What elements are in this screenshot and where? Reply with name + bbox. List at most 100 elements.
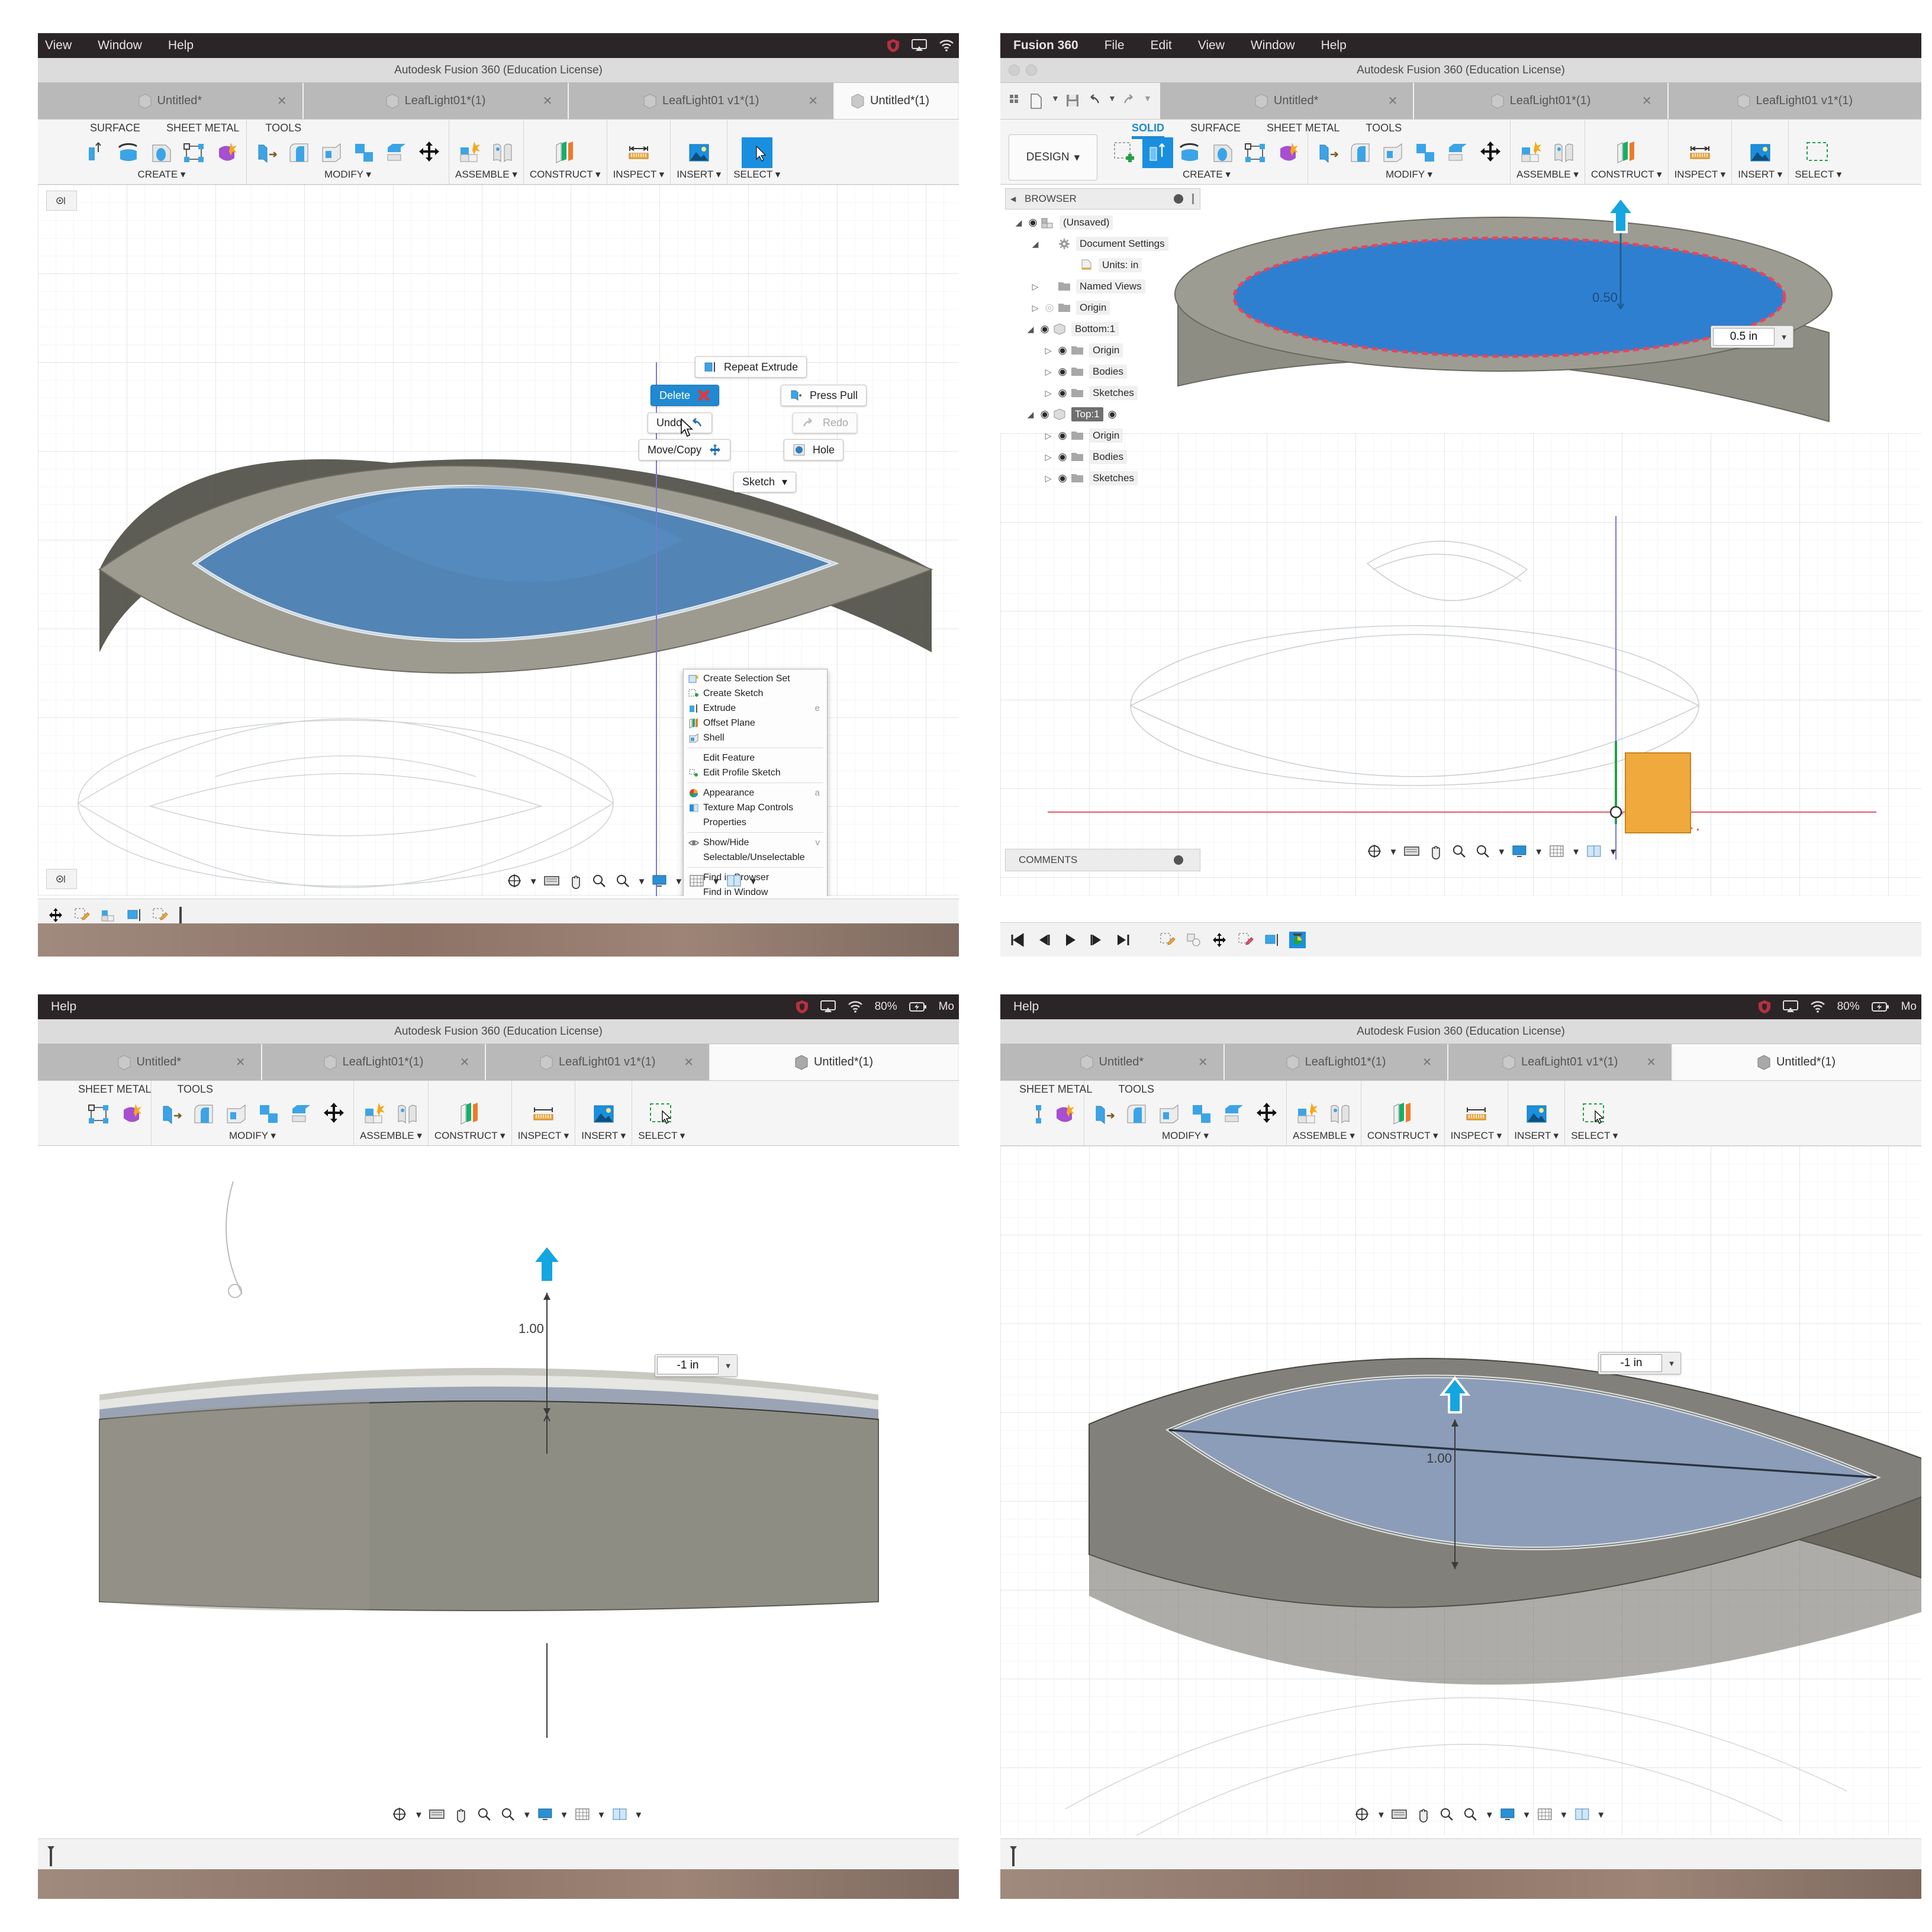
look-at-icon[interactable]	[428, 1806, 447, 1824]
skip-start-icon[interactable]	[1010, 932, 1026, 948]
display-settings-icon[interactable]	[651, 872, 669, 890]
form-icon[interactable]	[118, 1100, 145, 1128]
ribbon-group-assemble-label[interactable]: ASSEMBLE ▾	[1293, 1128, 1355, 1145]
chevron-right-icon[interactable]: ▷	[1042, 431, 1055, 441]
ribbon-group-inspect-label[interactable]: INSPECT ▾	[1675, 166, 1726, 184]
ribbon-tab-sheet-metal[interactable]: SHEET METAL	[153, 122, 252, 134]
trailing-menu-label[interactable]: Mo	[1901, 1000, 1917, 1013]
minimize-button[interactable]	[1026, 65, 1037, 76]
ribbon-tab-sheet-metal[interactable]: SHEET METAL	[1254, 122, 1353, 139]
context-menu-item-show-hide[interactable]: Show/Hide v	[684, 835, 827, 850]
document-tab-untitled-1[interactable]: Untitled*(1)	[1673, 1044, 1921, 1080]
collapse-icon[interactable]	[1174, 194, 1183, 204]
insert-image-icon[interactable]	[1747, 139, 1774, 166]
eye-icon[interactable]: ◉	[1055, 366, 1070, 378]
document-tab-leaflight01-v1[interactable]: LeafLight01 v1*(1)	[1668, 83, 1921, 119]
airplay-icon[interactable]	[820, 1000, 836, 1013]
context-menu-item-properties[interactable]: Properties	[684, 815, 827, 830]
chevron-down-icon[interactable]: ▼	[1522, 1810, 1531, 1820]
grid-snap-icon[interactable]	[1536, 1806, 1555, 1824]
close-icon[interactable]: ✕	[1646, 1055, 1656, 1070]
document-tab-untitled[interactable]: Untitled* ✕	[38, 1044, 262, 1080]
context-menu-item-extrude[interactable]: Extrude e	[684, 701, 827, 716]
chevron-down-icon[interactable]: ▼	[523, 1810, 532, 1820]
pan-icon[interactable]	[1414, 1806, 1433, 1824]
context-menu-item-shell[interactable]: Shell	[684, 730, 827, 745]
tree-node-bottom-origin[interactable]: ▷ ◉ Origin	[1005, 340, 1200, 361]
offset-plane-icon[interactable]	[1389, 1100, 1416, 1128]
insert-image-icon[interactable]	[590, 1100, 617, 1128]
menu-file[interactable]: File	[1091, 38, 1138, 53]
zoom-icon[interactable]	[1450, 843, 1469, 861]
context-menu-item-appearance[interactable]: Appearance a	[684, 785, 827, 800]
move-copy-icon[interactable]	[320, 1100, 347, 1128]
ribbon-group-inspect-label[interactable]: INSPECT ▾	[1451, 1128, 1502, 1145]
airplay-icon[interactable]	[912, 39, 927, 52]
browser-tree[interactable]: ◢ ◉ (Unsaved) ◢ Document Settings Units:…	[1005, 210, 1200, 489]
move-copy-icon[interactable]	[1477, 139, 1504, 166]
viewport-bottom-right[interactable]: 1.00 ▼ ▼ ▼ ▼ ▼ ▼	[1000, 1146, 1921, 1836]
timeline-marker-icon[interactable]	[47, 1846, 64, 1866]
close-icon[interactable]: ✕	[277, 94, 287, 108]
chevron-down-icon[interactable]: ▼	[1534, 847, 1543, 857]
zoom-window-icon[interactable]	[1473, 843, 1492, 861]
comments-panel[interactable]: COMMENTS	[1005, 849, 1200, 871]
menu-edit[interactable]: Edit	[1138, 38, 1185, 53]
chevron-down-icon[interactable]: ▼	[637, 877, 646, 887]
model-3d-view[interactable]	[1000, 1146, 1921, 1836]
tree-node-top-bodies[interactable]: ▷ ◉ Bodies	[1005, 446, 1200, 468]
ribbon-group-construct-label[interactable]: CONSTRUCT ▾	[530, 166, 601, 184]
form-icon[interactable]	[1274, 139, 1302, 166]
display-settings-icon[interactable]	[536, 1806, 555, 1824]
eye-icon[interactable]: ◉	[1055, 472, 1070, 484]
shield-icon[interactable]	[796, 1000, 809, 1014]
move-feature-icon[interactable]	[1211, 932, 1228, 948]
chevron-down-icon[interactable]: ▼	[1051, 94, 1060, 109]
ribbon-group-create-label[interactable]: CREATE ▾	[1183, 166, 1231, 184]
pan-icon[interactable]	[566, 872, 585, 890]
chevron-down-icon[interactable]: ▼	[1108, 94, 1116, 109]
close-icon[interactable]: ✕	[684, 1055, 694, 1070]
close-icon[interactable]: ✕	[1642, 94, 1652, 108]
look-at-icon[interactable]	[543, 872, 562, 890]
tree-node-top-sketches[interactable]: ▷ ◉ Sketches	[1005, 468, 1200, 489]
close-icon[interactable]: ✕	[236, 1055, 246, 1070]
pattern-icon[interactable]	[1242, 139, 1269, 166]
close-icon[interactable]: ✕	[808, 94, 818, 108]
joint-icon[interactable]	[1326, 1100, 1354, 1128]
chevron-down-icon[interactable]: ▼	[711, 877, 720, 887]
extrude-value-input-wrapper[interactable]: ▼	[1598, 1352, 1681, 1374]
create-sketch-icon[interactable]	[1112, 139, 1139, 166]
look-at-icon[interactable]	[1402, 843, 1421, 861]
ribbon-group-insert-label[interactable]: INSERT ▾	[1738, 166, 1782, 184]
viewports-icon[interactable]	[610, 1806, 629, 1824]
tree-node-document-settings[interactable]: ◢ Document Settings	[1005, 233, 1200, 255]
document-tab-untitled[interactable]: Untitled* ✕	[1000, 1044, 1225, 1080]
play-icon[interactable]	[1062, 932, 1078, 948]
fillet-icon[interactable]	[1123, 1100, 1150, 1128]
eye-icon[interactable]: ◉	[1025, 217, 1041, 228]
chevron-down-icon[interactable]: ▼	[529, 877, 538, 887]
marking-menu-press-pull[interactable]: Press Pull	[781, 385, 867, 406]
extrude-feature-icon[interactable]	[125, 907, 142, 923]
chevron-down-icon[interactable]: ▼	[749, 877, 758, 887]
ribbon-group-assemble-label[interactable]: ASSEMBLE ▾	[360, 1128, 422, 1145]
measure-icon[interactable]	[1463, 1100, 1490, 1128]
look-at-icon[interactable]	[1390, 1806, 1409, 1824]
menu-view[interactable]: View	[1185, 38, 1238, 53]
press-pull-icon[interactable]	[1090, 1100, 1118, 1128]
viewports-icon[interactable]	[1573, 1806, 1592, 1824]
marking-menu-repeat-extrude[interactable]: Repeat Extrude	[695, 356, 807, 378]
ribbon-group-modify-label[interactable]: MODIFY ▾	[1162, 1128, 1209, 1145]
document-tab-leaflight01-v1[interactable]: LeafLight01 v1*(1) ✕	[1448, 1044, 1673, 1080]
close-icon[interactable]: ✕	[460, 1055, 470, 1070]
pan-icon[interactable]	[452, 1806, 471, 1824]
step-forward-icon[interactable]	[1088, 932, 1105, 948]
context-menu-item-edit-feature[interactable]: Edit Feature	[684, 751, 827, 765]
shell-icon[interactable]	[1379, 139, 1406, 166]
extrude-icon[interactable]	[83, 139, 110, 166]
marking-menu-sketch[interactable]: Sketch ▾	[733, 472, 797, 492]
tree-node-bottom-bodies[interactable]: ▷ ◉ Bodies	[1005, 361, 1200, 382]
chevron-right-icon[interactable]: ▷	[1029, 282, 1042, 292]
select-icon[interactable]	[1805, 139, 1832, 166]
